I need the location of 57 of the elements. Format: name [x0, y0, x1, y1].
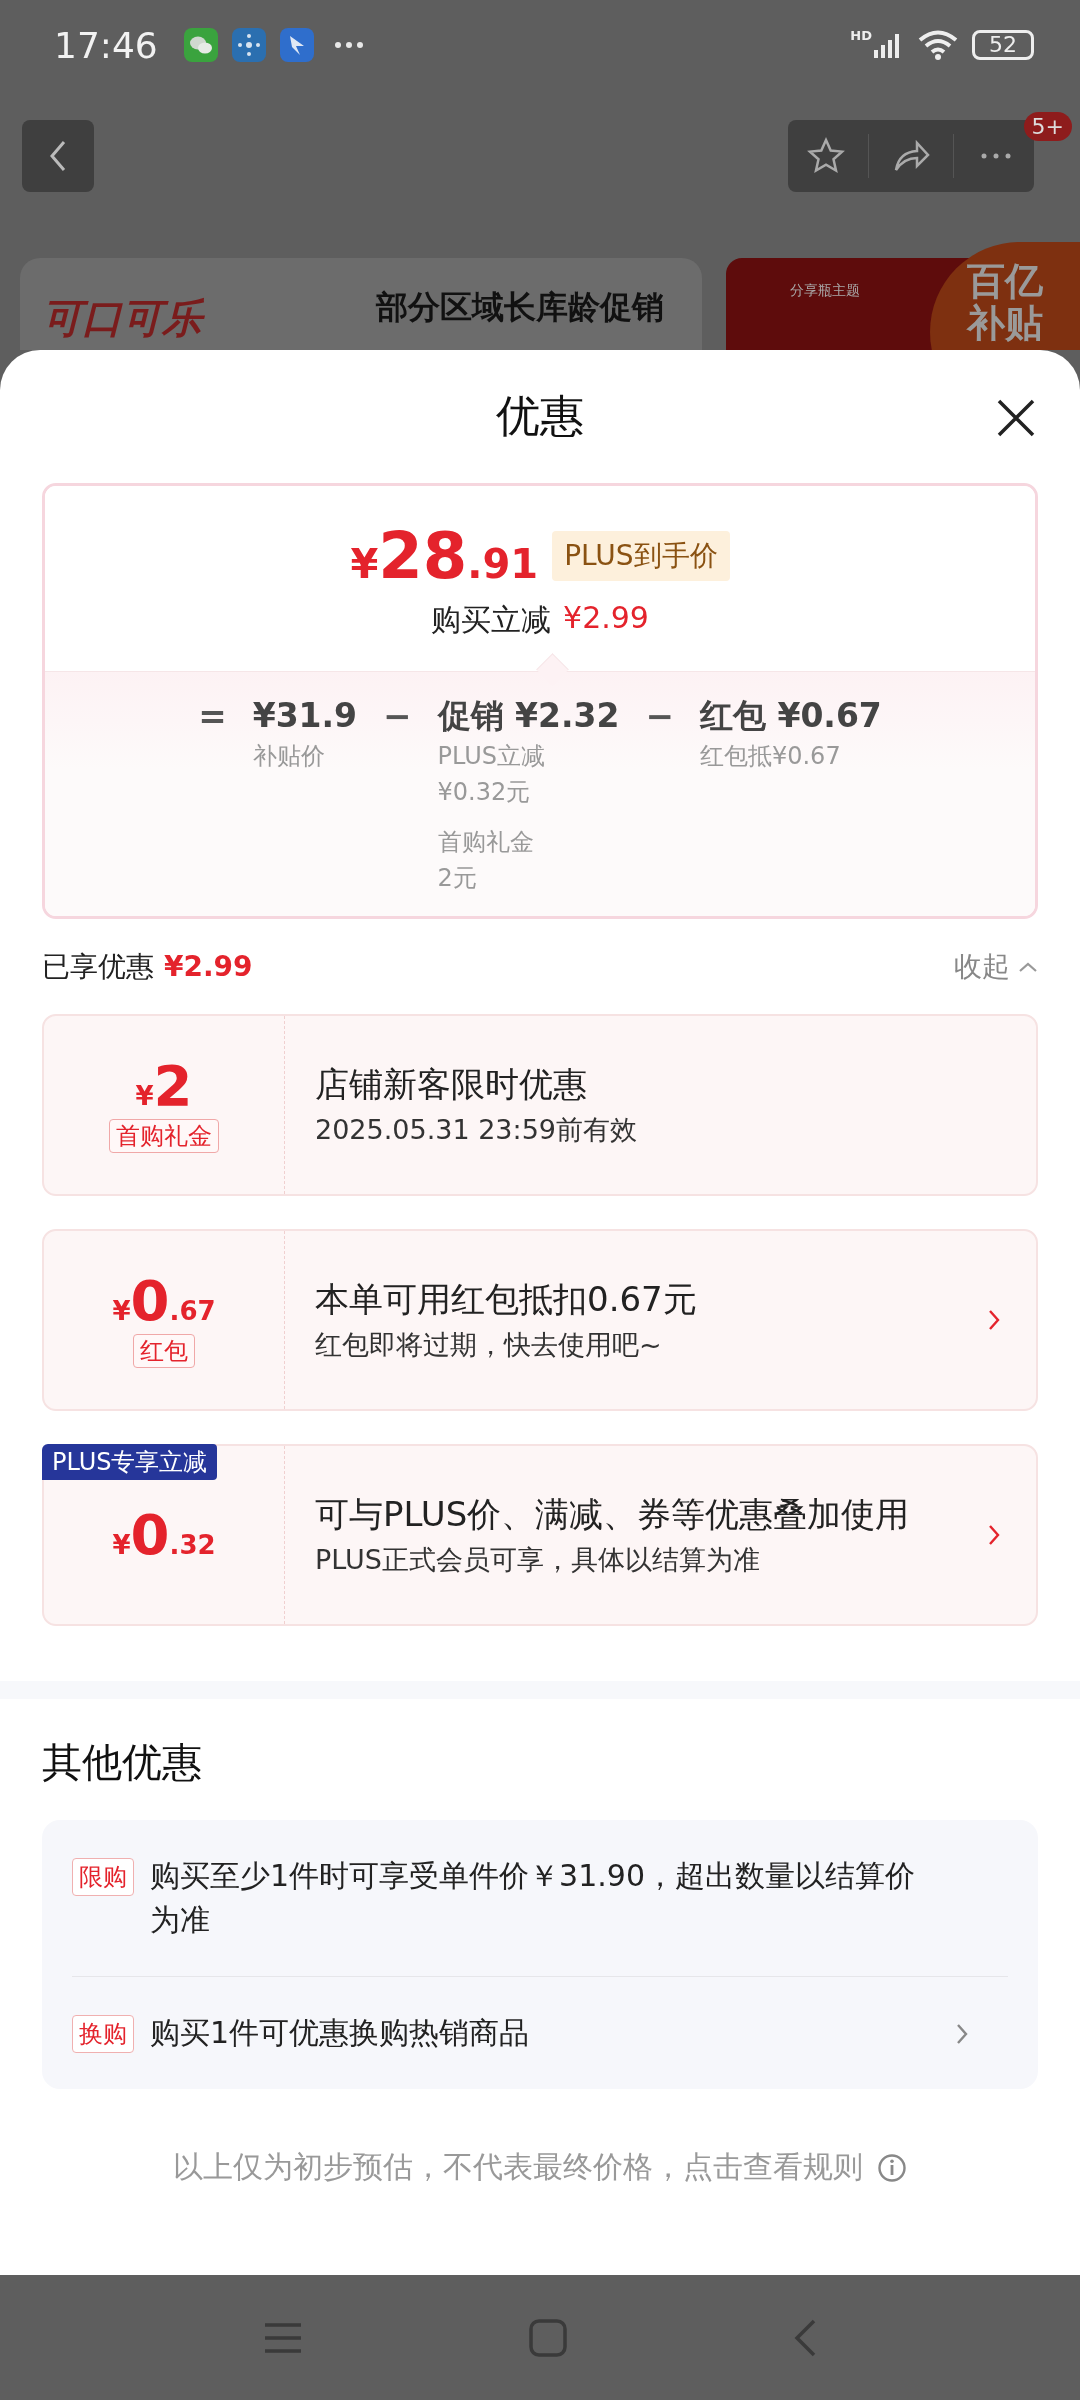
saving-label: 购买立减 [431, 601, 552, 639]
breakdown-value: 红包 ¥0.67 [699, 695, 882, 737]
operator-sign: = [198, 695, 227, 738]
collapse-toggle[interactable]: 收起 [954, 947, 1038, 986]
coupon-title: 本单可用红包抵扣0.67元 [315, 1278, 698, 1321]
info-icon[interactable] [877, 2152, 907, 2183]
coupon-amount: ¥0.67 [112, 1271, 216, 1331]
section-title: 其他优惠 [42, 1738, 203, 1787]
more-notifications-icon [333, 41, 364, 49]
notification-badge: 5+ [1023, 112, 1072, 141]
coupon-subtitle: 2025.05.31 23:59前有效 [315, 1113, 638, 1147]
chevron-right-icon[interactable] [988, 1309, 1000, 1331]
status-time: 17:46 [54, 24, 158, 66]
coupon-subtitle: 红包即将过期，快去使用吧~ [315, 1328, 663, 1362]
close-icon[interactable] [996, 398, 1036, 438]
coupon-title: 店铺新客限时优惠 [315, 1063, 588, 1106]
breakdown-label: 补贴价 [252, 741, 326, 772]
coupon-tag: 首购礼金 [109, 1119, 219, 1154]
saving-value: ¥2.99 [563, 600, 649, 637]
banner-headline: 部分区域长库龄促销 [376, 287, 664, 328]
breakdown-label: 红包抵¥0.67 [699, 741, 842, 772]
star-icon[interactable] [806, 136, 846, 176]
breakdown-amount: ¥0.32元 [437, 777, 532, 808]
price-tag: PLUS到手价 [552, 531, 730, 581]
offer-tag: 换购 [72, 2015, 134, 2053]
disclaimer-link[interactable]: 以上仅为初步预估，不代表最终价格，点击查看规则 [173, 2147, 863, 2188]
breakdown-amount: 2元 [437, 863, 478, 894]
coupon-title: 可与PLUS价、满减、券等优惠叠加使用 [315, 1493, 911, 1536]
summary-label: 已享优惠 [42, 948, 154, 985]
coupon-amount: ¥0.32 [112, 1505, 216, 1565]
operator-sign: − [645, 695, 674, 738]
banner-caption: 分享瓶主题 [790, 282, 860, 298]
subsidy-badge: 百亿 补贴 [930, 242, 1080, 350]
operator-sign: − [383, 695, 412, 738]
offer-text: 购买至少1件时可享受单件价￥31.90，超出数量以结算价为准 [150, 1857, 916, 1939]
plus-label: PLUS专享立减 [42, 1444, 218, 1480]
chevron-right-icon[interactable] [956, 2023, 968, 2045]
sheet-title: 优惠 [496, 389, 584, 443]
caret-icon [1018, 960, 1038, 973]
breakdown-label: PLUS立减 [437, 741, 546, 772]
breakdown-label: 首购礼金 [437, 827, 535, 858]
coupon-tag: 红包 [133, 1334, 195, 1369]
network-label: HD [850, 28, 872, 43]
offer-tag: 限购 [72, 1858, 134, 1896]
wifi-icon [918, 30, 958, 60]
battery-indicator: 52 [972, 30, 1034, 60]
coupon-subtitle: PLUS正式会员可享，具体以结算为准 [315, 1543, 761, 1577]
final-price: ¥28.91 [350, 524, 539, 588]
chevron-right-icon[interactable] [988, 1524, 1000, 1546]
back-button[interactable] [22, 120, 94, 192]
breakdown-value: ¥31.9 [252, 695, 358, 737]
coupon-amount: ¥2 [135, 1056, 193, 1116]
chat-app-icon [183, 28, 218, 62]
offer-text: 购买1件可优惠换购热销商品 [150, 2014, 531, 2052]
breakdown-value: 促销 ¥2.32 [437, 695, 620, 737]
chevron-left-icon [48, 139, 68, 173]
summary-value: ¥2.99 [164, 950, 253, 983]
